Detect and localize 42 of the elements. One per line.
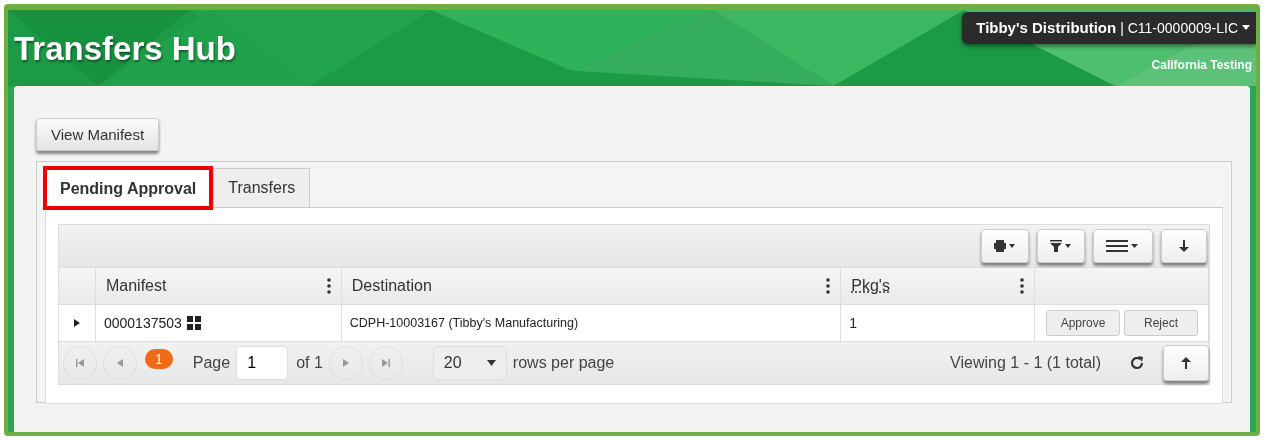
- columns-menu-button[interactable]: [1093, 229, 1153, 263]
- destination-cell: CDPH-10003167 (Tibby's Manufacturing): [349, 316, 579, 330]
- caret-icon: [1242, 25, 1250, 30]
- menu-icon: [1106, 240, 1140, 252]
- page-count: of 1: [296, 354, 323, 372]
- last-page-icon: [381, 359, 390, 367]
- tab[interactable]: Pending Approval: [45, 168, 212, 208]
- rows-per-page-label: rows per page: [512, 354, 615, 372]
- column-menu-icon[interactable]: [826, 278, 831, 294]
- download-button[interactable]: [1161, 229, 1207, 263]
- current-page-badge: 1: [145, 349, 173, 369]
- previous-page-icon: [117, 359, 123, 367]
- environment-label: California Testing: [1151, 58, 1252, 72]
- filter-icon: [1050, 240, 1072, 252]
- down-arrow-icon: [1179, 240, 1189, 252]
- reject-button[interactable]: Reject: [1124, 310, 1198, 336]
- expand-arrow-icon[interactable]: [73, 319, 81, 327]
- column-menu-icon[interactable]: [1020, 278, 1025, 294]
- caret-icon: [486, 360, 496, 366]
- up-arrow-icon: [1181, 357, 1191, 369]
- filter-button[interactable]: [1037, 229, 1085, 263]
- tab[interactable]: Transfers: [213, 168, 311, 207]
- page-label: Page: [192, 354, 231, 372]
- rows-per-page-select[interactable]: 20: [432, 346, 507, 380]
- page-title: Transfers Hub: [14, 30, 236, 68]
- page-input[interactable]: 1: [236, 346, 289, 380]
- column-title: Destination: [351, 277, 432, 295]
- column-title: Pkg's: [851, 277, 890, 295]
- packages-cell: 1: [849, 315, 858, 331]
- print-button[interactable]: [981, 229, 1029, 263]
- next-page-icon: [342, 359, 349, 367]
- scroll-top-button[interactable]: [1163, 345, 1209, 381]
- first-page-icon: [76, 359, 84, 367]
- viewing-summary: Viewing 1 - 1 (1 total): [950, 354, 1101, 372]
- manifest-number: 0000137503: [103, 315, 182, 331]
- view-manifest-button[interactable]: View Manifest: [36, 118, 160, 151]
- approve-button[interactable]: Approve: [1046, 310, 1120, 336]
- column-title: Manifest: [105, 277, 167, 295]
- grid-icon[interactable]: [186, 316, 201, 330]
- refresh-icon[interactable]: [1129, 355, 1145, 371]
- column-menu-icon[interactable]: [326, 278, 331, 294]
- account-dropdown[interactable]: Tibby's Distribution | C11-0000009-LIC: [962, 12, 1256, 44]
